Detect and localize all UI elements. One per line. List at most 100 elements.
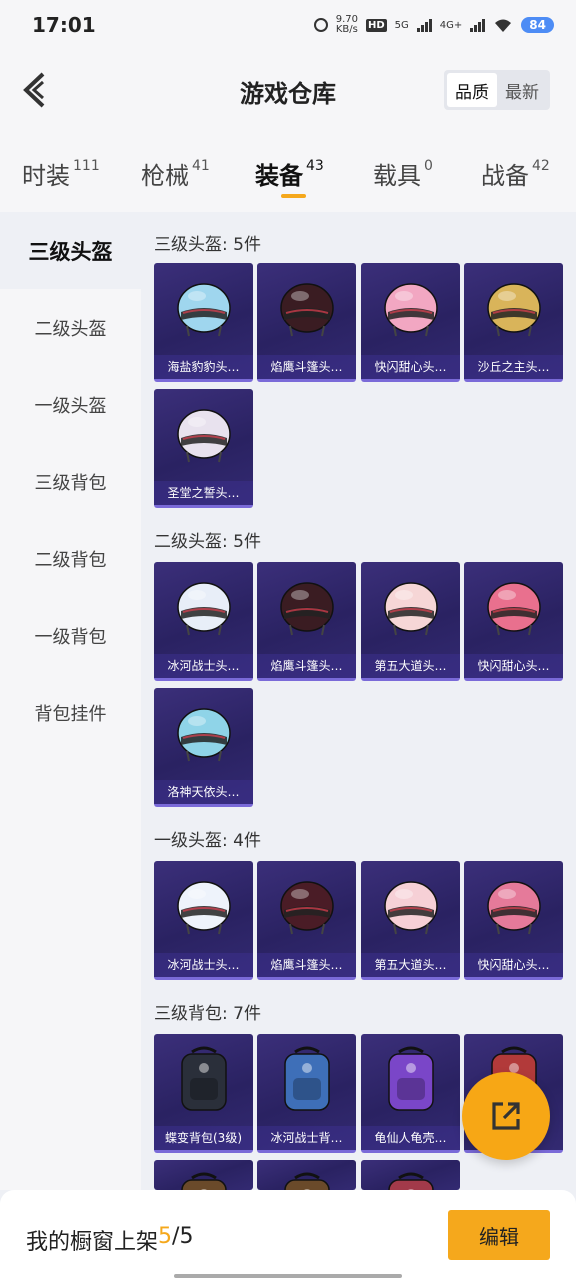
tab-fashion[interactable]: 时装 111 [22, 156, 100, 191]
item-name: 冰河战士背… [257, 1126, 356, 1150]
item-name: 焰鹰斗篷头… [257, 654, 356, 678]
item-card[interactable]: 焰鹰斗篷头… [257, 263, 356, 382]
alarm-icon [313, 18, 328, 32]
helmet-icon [257, 562, 356, 654]
sidebar-item-backpack-charms[interactable]: 背包挂件 [0, 674, 141, 751]
item-card[interactable]: 洛神天依头… [154, 688, 253, 807]
active-tab-indicator [281, 194, 306, 198]
tab-count: 111 [73, 158, 100, 174]
backpack-icon [257, 1160, 356, 1190]
helmet-icon [361, 263, 460, 355]
item-card[interactable] [257, 1160, 356, 1190]
item-card[interactable]: 焰鹰斗篷头… [257, 562, 356, 681]
item-card[interactable]: 焰鹰斗篷头… [257, 861, 356, 980]
sidebar-item-level3-backpack[interactable]: 三级背包 [0, 443, 141, 520]
helmet-icon [464, 562, 563, 654]
sort-by-quality[interactable]: 品质 [447, 73, 497, 107]
helmet-icon [154, 688, 253, 780]
item-card[interactable]: 快闪甜心头… [464, 861, 563, 980]
helmet-icon [361, 861, 460, 953]
item-grid: 三级头盔: 5件 二级头盔: 5件 一级头盔: 4件 三级背包: 7件 海盐豹豹… [141, 212, 576, 1190]
backpack-icon [361, 1034, 460, 1126]
item-card[interactable] [154, 1160, 253, 1190]
tab-firearms[interactable]: 枪械 41 [141, 156, 210, 191]
section-title: 一级头盔: 4件 [154, 831, 261, 851]
tab-label: 枪械 [141, 162, 189, 190]
sort-by-newest[interactable]: 最新 [497, 73, 547, 107]
item-card[interactable]: 圣堂之誓头… [154, 389, 253, 508]
helmet-icon [257, 861, 356, 953]
item-card[interactable]: 龟仙人龟壳… [361, 1034, 460, 1153]
net-type-5g: 5G [394, 19, 409, 31]
helmet-icon [361, 562, 460, 654]
item-card[interactable] [361, 1160, 460, 1190]
net-speed-unit: KB/s [335, 24, 358, 35]
tab-battle-gear[interactable]: 战备 42 [481, 156, 550, 191]
helmet-icon [154, 562, 253, 654]
bottom-bar: 我的橱窗上架 5 / 5 编辑 [0, 1190, 576, 1280]
item-name: 沙丘之主头… [464, 355, 563, 379]
sidebar-item-level2-backpack[interactable]: 二级背包 [0, 520, 141, 597]
backpack-icon [154, 1160, 253, 1190]
header: 游戏仓库 品质 最新 [0, 50, 576, 132]
category-tabs: 时装 111 枪械 41 装备 43 载具 0 战备 42 [0, 132, 576, 212]
back-button[interactable] [14, 68, 54, 112]
item-card[interactable]: 冰河战士背… [257, 1034, 356, 1153]
item-name: 快闪甜心头… [464, 654, 563, 678]
hd-icon: HD [366, 18, 387, 32]
net-speed: 9.70 KB/s [336, 15, 358, 35]
sidebar-item-level1-backpack[interactable]: 一级背包 [0, 597, 141, 674]
item-card[interactable]: 快闪甜心头… [361, 263, 460, 382]
home-indicator [174, 1274, 402, 1278]
net-type-4g: 4G+ [439, 19, 463, 31]
item-name: 龟仙人龟壳… [361, 1126, 460, 1150]
sidebar-item-level1-helmet[interactable]: 一级头盔 [0, 366, 141, 443]
item-card[interactable]: 冰河战士头… [154, 861, 253, 980]
item-name: 快闪甜心头… [464, 953, 563, 977]
wifi-icon [495, 19, 512, 32]
sidebar-item-level3-helmet[interactable]: 三级头盔 [0, 212, 141, 289]
section-title: 三级头盔: 5件 [154, 235, 261, 255]
backpack-icon [154, 1034, 253, 1126]
tab-count: 0 [424, 158, 433, 174]
item-name: 蝶变背包(3级) [154, 1126, 253, 1150]
helmet-icon [257, 263, 356, 355]
item-name: 焰鹰斗篷头… [257, 953, 356, 977]
item-card[interactable]: 第五大道头… [361, 562, 460, 681]
item-name: 第五大道头… [361, 953, 460, 977]
showcase-label: 我的橱窗上架 [26, 1230, 159, 1255]
tab-label: 载具 [373, 162, 421, 190]
helmet-icon [154, 389, 253, 481]
edit-button[interactable]: 编辑 [448, 1210, 550, 1260]
item-card[interactable]: 蝶变背包(3级) [154, 1034, 253, 1153]
tab-equipment[interactable]: 装备 43 [255, 156, 324, 191]
tab-vehicles[interactable]: 载具 0 [373, 156, 433, 191]
item-card[interactable]: 快闪甜心头… [464, 562, 563, 681]
share-button[interactable] [462, 1072, 550, 1160]
item-card[interactable]: 第五大道头… [361, 861, 460, 980]
helmet-icon [154, 861, 253, 953]
showcase-current: 5 [158, 1224, 173, 1249]
showcase-status: 我的橱窗上架 5 / 5 [26, 1224, 193, 1256]
helmet-icon [464, 861, 563, 953]
showcase-total: 5 [179, 1224, 194, 1249]
share-external-icon [492, 1102, 520, 1130]
back-arrow-icon [23, 72, 45, 108]
item-name: 第五大道头… [361, 654, 460, 678]
tab-label: 战备 [481, 162, 529, 190]
signal-icon-2 [470, 18, 486, 32]
item-name: 快闪甜心头… [361, 355, 460, 379]
item-card[interactable]: 冰河战士头… [154, 562, 253, 681]
status-time: 17:01 [32, 13, 96, 37]
helmet-icon [464, 263, 563, 355]
tab-count: 41 [192, 158, 210, 174]
status-icons: 9.70 KB/s HD 5G 4G+ 84 [313, 15, 554, 35]
backpack-icon [361, 1160, 460, 1190]
item-card[interactable]: 海盐豹豹头… [154, 263, 253, 382]
showcase-separator: / [172, 1224, 180, 1249]
item-card[interactable]: 沙丘之主头… [464, 263, 563, 382]
item-name: 冰河战士头… [154, 654, 253, 678]
item-name: 圣堂之誓头… [154, 481, 253, 505]
sidebar-item-level2-helmet[interactable]: 二级头盔 [0, 289, 141, 366]
section-title: 二级头盔: 5件 [154, 532, 261, 552]
